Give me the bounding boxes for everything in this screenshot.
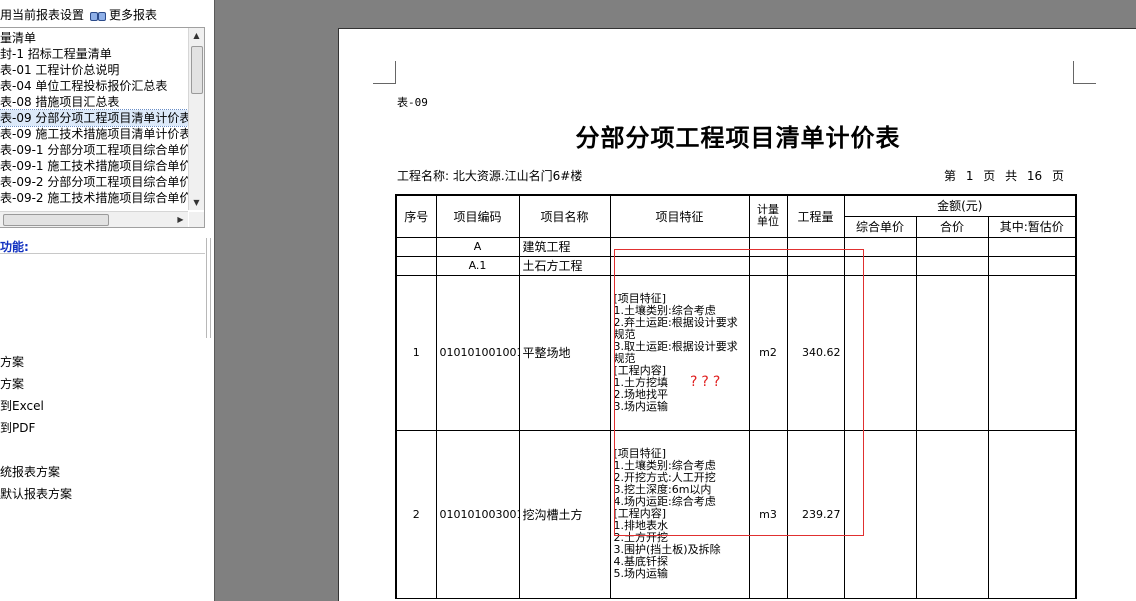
report-list-item[interactable]: 量清单 [0, 30, 188, 46]
report-list-item[interactable]: 表-09-2 施工技术措施项目综合单价 [0, 190, 188, 206]
scroll-right-icon[interactable]: ▶ [173, 212, 188, 227]
function-item[interactable]: 到Excel [0, 397, 44, 414]
scroll-up-icon[interactable]: ▲ [189, 28, 204, 43]
report-list-vertical-scrollbar[interactable]: ▲ ▼ [188, 28, 204, 210]
scroll-thumb-horizontal[interactable] [3, 214, 109, 226]
header-seq: 序号 [395, 194, 437, 238]
report-list-items: 量清单 封-1 招标工程量清单 表-01 工程计价总说明 表-04 单位工程投标报价汇… [0, 30, 189, 206]
row-name: 平整场地 [518, 274, 611, 431]
annotation-highlight-box [614, 249, 864, 536]
report-list-item[interactable]: 表-09-1 施工技术措施项目综合单价 [0, 158, 188, 174]
report-list[interactable]: 量清单 封-1 招标工程量清单 表-01 工程计价总说明 表-04 单位工程投标报价汇… [0, 27, 205, 228]
header-amount: 金额(元) [843, 194, 1077, 217]
report-navigator-panel: 用当前报表设置 更多报表 量清单 封-1 招标工程量清单 表-01 工程计价总说明表… [0, 0, 210, 601]
report-toolbar: 用当前报表设置 更多报表 [0, 0, 210, 26]
row-code: 010101003001 [435, 429, 520, 599]
panel-splitter[interactable] [205, 228, 211, 338]
report-title: 分部分项工程项目清单计价表 [575, 123, 901, 152]
report-list-item[interactable]: 表-04 单位工程投标报价汇总表 [0, 78, 188, 94]
section-code: A.1 [435, 255, 520, 276]
crop-mark-top-right [1073, 61, 1096, 84]
section-name: 土石方工程 [518, 255, 611, 276]
report-list-item[interactable]: 表-09-2 分部分项工程项目综合单价 [0, 174, 188, 190]
header-name: 项目名称 [518, 194, 611, 238]
section-name: 建筑工程 [518, 236, 611, 257]
apply-current-settings-button[interactable]: 用当前报表设置 [0, 6, 84, 23]
annotation-question-marks: ??? [690, 374, 725, 390]
feature-line: 5.场内运输 [613, 567, 669, 580]
function-item[interactable]: 默认报表方案 [0, 485, 72, 502]
header-total: 合价 [915, 215, 989, 238]
function-item[interactable]: 到PDF [0, 419, 35, 436]
row-seq: 1 [395, 274, 437, 431]
section-code: A [435, 236, 520, 257]
report-list-item[interactable]: 表-08 措施项目汇总表 [0, 94, 188, 110]
scroll-thumb[interactable] [191, 46, 203, 94]
row-code: 010101001001 [435, 274, 520, 431]
report-list-horizontal-scrollbar[interactable]: ◀ ▶ [0, 211, 188, 227]
more-reports-label: 更多报表 [109, 8, 158, 22]
page-edge [338, 28, 1136, 29]
page-edge [338, 28, 339, 601]
header-qty: 工程量 [786, 194, 845, 238]
more-reports-button[interactable]: 更多报表 [90, 6, 157, 23]
binoculars-icon [90, 9, 106, 21]
project-name: 工程名称: 北大资源.江山名门6#楼 [397, 169, 583, 183]
function-item[interactable]: 方案 [0, 353, 24, 370]
scroll-down-icon[interactable]: ▼ [189, 195, 204, 210]
function-item[interactable]: 统报表方案 [0, 463, 60, 480]
functions-header: 功能: [0, 238, 205, 254]
form-code: 表-09 [397, 96, 428, 109]
header-feature: 项目特征 [609, 194, 750, 238]
header-provisional: 其中:暂估价 [987, 215, 1077, 238]
header-code: 项目编码 [435, 194, 520, 238]
report-list-item[interactable]: 表-09 分部分项工程项目清单计价表 [0, 109, 189, 127]
page-info: 第 1 页 共 16 页 [944, 169, 1064, 183]
function-item[interactable]: 方案 [0, 375, 24, 392]
crop-mark-top-left [373, 61, 396, 84]
row-seq: 2 [395, 429, 437, 599]
report-list-item[interactable]: 封-1 招标工程量清单 [0, 46, 188, 62]
report-list-item[interactable]: 表-09-1 分部分项工程项目综合单价 [0, 142, 188, 158]
header-unit: 计量单位 [748, 194, 788, 238]
scroll-corner [189, 212, 204, 227]
report-list-item[interactable]: 表-09 施工技术措施项目清单计价表 [0, 126, 188, 142]
row-name: 挖沟槽土方 [518, 429, 611, 599]
header-unit-price: 综合单价 [843, 215, 917, 238]
report-list-item[interactable]: 表-01 工程计价总说明 [0, 62, 188, 78]
